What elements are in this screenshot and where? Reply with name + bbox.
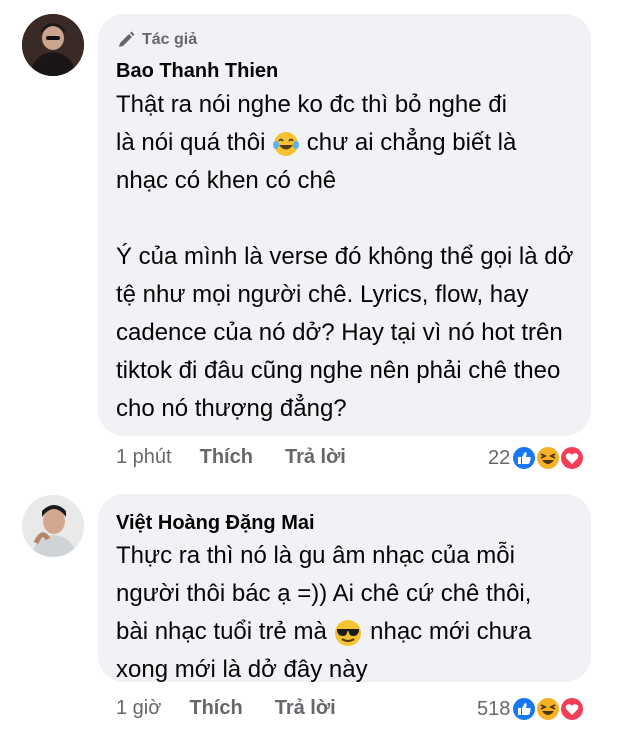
reaction-count: 518	[477, 697, 511, 720]
comment-line: là nói quá thôi chư ai chẳng biết là	[116, 124, 586, 162]
like-button[interactable]: Thích	[200, 446, 253, 469]
avatar-photo	[22, 495, 84, 557]
avatar-photo	[22, 14, 84, 76]
comment-line-text: nhạc mới chưa	[370, 618, 532, 645]
comment-author[interactable]: Bao Thanh Thien	[116, 60, 278, 83]
author-badge: Tác giả	[116, 30, 197, 50]
comment-time[interactable]: 1 giờ	[116, 697, 161, 720]
comment-line: bài nhạc tuổi trẻ mà nhạc mới chưa	[116, 613, 586, 651]
pencil-icon	[119, 31, 135, 47]
comment-line: Thật ra nói nghe ko đc thì bỏ nghe đi	[116, 91, 507, 118]
comment-line: Thực ra thì nó là gu âm nhạc của mỗi	[116, 542, 515, 569]
reaction-summary[interactable]: 518	[477, 695, 586, 723]
comment-actions: 1 giờ Thích Trả lời	[116, 697, 336, 720]
comment-line: nhạc có khen có chê	[116, 167, 337, 194]
comment-actions: 1 phút Thích Trả lời	[116, 446, 346, 469]
comment-time[interactable]: 1 phút	[116, 446, 172, 469]
reaction-icons	[511, 695, 586, 723]
comment-bubble: Việt Hoàng Đặng Mai Thực ra thì nó là gu…	[98, 494, 591, 683]
avatar[interactable]	[22, 14, 84, 76]
tears-of-joy-emoji-icon	[273, 131, 300, 156]
comment-text: Thật ra nói nghe ko đc thì bỏ nghe đi là…	[116, 86, 586, 428]
reaction-icons	[511, 444, 586, 472]
comment-bubble: Tác giả Bao Thanh Thien Thật ra nói nghe…	[98, 14, 591, 436]
comment-line-text: chư ai chẳng biết là	[306, 129, 517, 156]
comment-paragraph: Ý của mình là verse đó không thể gọi là …	[116, 243, 574, 422]
reaction-summary[interactable]: 22	[488, 444, 586, 472]
author-badge-label: Tác giả	[142, 31, 198, 48]
comment-line: xong mới là dở đây này	[116, 656, 368, 683]
comment-line-text: bài nhạc tuổi trẻ mà	[116, 618, 327, 645]
reaction-count: 22	[488, 446, 511, 469]
comment-line-text: là nói quá thôi	[116, 129, 266, 156]
comment-author[interactable]: Việt Hoàng Đặng Mai	[116, 512, 315, 535]
like-button[interactable]: Thích	[189, 697, 242, 720]
reply-button[interactable]: Trả lời	[285, 446, 346, 469]
reply-button[interactable]: Trả lời	[275, 697, 336, 720]
avatar[interactable]	[22, 495, 84, 557]
love-icon	[559, 696, 586, 722]
comment-text: Thực ra thì nó là gu âm nhạc của mỗi ngư…	[116, 537, 586, 689]
love-icon	[559, 445, 586, 471]
sunglasses-emoji-icon	[335, 619, 362, 646]
comment-line: người thôi bác ạ =)) Ai chê cứ chê thôi,	[116, 580, 532, 607]
